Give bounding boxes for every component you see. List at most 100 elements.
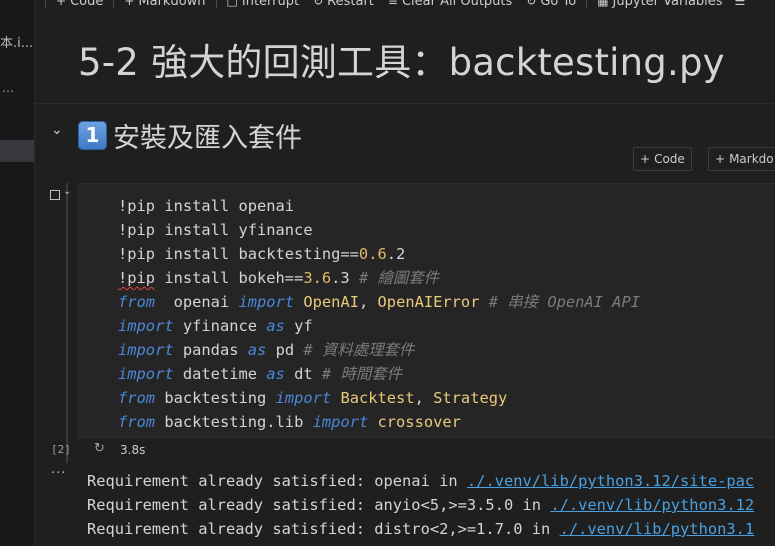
code-line[interactable]: import yfinance as yf <box>118 314 640 338</box>
code-token: pandas <box>173 341 248 359</box>
list-icon: ☰ <box>734 0 746 8</box>
toolbar-variables-button[interactable]: ▦ Jupyter Variables <box>597 0 722 9</box>
cell-divider <box>35 103 775 104</box>
plus-icon: + <box>715 152 726 166</box>
code-content[interactable]: !pip install openai !pip install yfinance… <box>118 194 640 434</box>
toolbar-go-to-button[interactable]: ↻ Go To <box>526 0 576 9</box>
code-token: import <box>238 293 295 311</box>
code-token: backtesting <box>155 389 276 407</box>
execution-time: 3.8s <box>120 443 146 457</box>
cell-focus-bar <box>66 183 68 463</box>
code-token: from <box>118 389 156 407</box>
code-token: # 時間套件 <box>321 365 403 383</box>
code-token: yfinance <box>173 317 267 335</box>
code-token: import <box>118 317 174 335</box>
plus-icon: + <box>640 152 651 166</box>
output-line: Requirement already satisfied: openai in… <box>87 469 754 493</box>
code-token: .3 <box>331 269 359 287</box>
toolbar-code-button[interactable]: + Code <box>56 0 103 9</box>
code-token: Backtest <box>340 389 415 407</box>
output-line-text: Requirement already satisfied: openai in <box>87 472 467 490</box>
code-token: import <box>275 389 332 407</box>
explorer-more[interactable]: ⋯ <box>2 84 14 98</box>
chevron-down-icon[interactable]: ⌄ <box>51 122 63 138</box>
code-token: 3.6 <box>303 269 332 287</box>
cell-select-checkbox[interactable] <box>50 190 60 200</box>
code-token: datetime <box>173 365 267 383</box>
code-token: 0.6 <box>358 245 387 263</box>
code-token: import <box>312 413 369 431</box>
code-token: as <box>266 317 285 335</box>
code-line[interactable]: !pip install bokeh==3.6.3 # 繪圖套件 <box>118 266 640 290</box>
code-token: !pip install yfinance <box>118 221 313 239</box>
code-token: from <box>118 413 156 431</box>
refresh-icon: ↻ <box>94 441 105 456</box>
code-token: .2 <box>386 245 406 263</box>
code-token: yf <box>284 317 313 335</box>
go-to-icon: ↻ <box>526 0 537 8</box>
code-line[interactable]: from backtesting import Backtest, Strate… <box>118 386 640 410</box>
plus-icon: + <box>56 0 67 8</box>
interrupt-icon: □ <box>226 0 238 8</box>
toolbar-interrupt-button[interactable]: □ Interrupt <box>227 0 300 9</box>
code-token: # 串接 OpenAI API <box>479 293 640 311</box>
code-token: , <box>358 293 378 311</box>
output-path-link[interactable]: ./.venv/lib/python3.12/site-pac <box>467 472 754 490</box>
code-token: , <box>414 389 434 407</box>
code-line[interactable]: from backtesting.lib import crossover <box>118 410 640 434</box>
code-token: backtesting.lib <box>155 413 313 431</box>
code-token: OpenAIError <box>377 293 480 311</box>
code-token: !pip <box>118 269 156 287</box>
code-token: !pip install backtesting== <box>118 245 359 263</box>
code-line[interactable]: import datetime as dt # 時間套件 <box>118 362 640 386</box>
output-line-text: Requirement already satisfied: distro<2,… <box>87 520 560 538</box>
toolbar-clear-outputs-button[interactable]: ≡ Clear All Outputs <box>388 0 512 9</box>
output-path-link[interactable]: ./.venv/lib/python3.1 <box>560 520 755 538</box>
add-code-cell-button[interactable]: + Code <box>633 147 692 171</box>
output-text: Requirement already satisfied: openai in… <box>87 469 754 541</box>
explorer-selected-row[interactable] <box>0 140 34 162</box>
toolbar-outline-button[interactable]: ☰ <box>735 0 746 8</box>
markdown-title: 5-2 強大的回測工具：backtesting.py <box>78 41 725 84</box>
explorer-file-fragment[interactable]: 本.i... <box>0 32 33 51</box>
code-token: crossover <box>377 413 461 431</box>
code-token: import <box>118 365 174 383</box>
output-line-text: Requirement already satisfied: anyio<5,>… <box>87 496 551 514</box>
code-token: pd <box>266 341 304 359</box>
add-markdown-cell-button[interactable]: + Markdo <box>708 147 775 171</box>
output-line: Requirement already satisfied: anyio<5,>… <box>87 493 754 517</box>
code-token: OpenAI <box>303 293 359 311</box>
toolbar-separator <box>113 0 115 8</box>
code-line[interactable]: from openai import OpenAI, OpenAIError #… <box>118 290 640 314</box>
code-token: Strategy <box>433 389 508 407</box>
output-more-icon[interactable]: ··· <box>51 466 66 481</box>
code-line[interactable]: !pip install openai <box>118 194 640 218</box>
explorer-panel: 本.i... ⋯ <box>0 0 35 546</box>
code-line[interactable]: !pip install backtesting==0.6.2 <box>118 242 640 266</box>
section-heading: 1 安裝及匯入套件 <box>78 116 302 155</box>
clear-outputs-icon: ≡ <box>387 0 398 8</box>
chevron-down-icon[interactable]: ⌄ <box>63 186 71 197</box>
toolbar-separator <box>45 0 46 8</box>
code-token: as <box>247 341 267 359</box>
code-line[interactable]: !pip install yfinance <box>118 218 640 242</box>
code-token: install bokeh== <box>155 269 304 287</box>
notebook-toolbar: + Code + Markdown □ Interrupt ↻ Restart ≡ Cle… <box>35 0 775 9</box>
code-token: import <box>118 341 174 359</box>
output-line: Requirement already satisfied: distro<2,… <box>87 517 754 541</box>
code-token: !pip install openai <box>118 197 295 215</box>
output-path-link[interactable]: ./.venv/lib/python3.12 <box>550 496 754 514</box>
code-token: dt <box>284 365 322 383</box>
code-token: # 繪圖套件 <box>358 269 440 287</box>
code-line[interactable]: import pandas as pd # 資料處理套件 <box>118 338 640 362</box>
code-token: from <box>118 293 156 311</box>
code-token: # 資料處理套件 <box>303 341 415 359</box>
restart-icon: ↻ <box>313 0 324 8</box>
code-token: as <box>266 365 285 383</box>
toolbar-markdown-button[interactable]: + Markdown <box>124 0 205 9</box>
execution-count: [2] <box>51 443 71 456</box>
toolbar-restart-button[interactable]: ↻ Restart <box>313 0 374 9</box>
keycap-one-icon: 1 <box>78 121 107 150</box>
